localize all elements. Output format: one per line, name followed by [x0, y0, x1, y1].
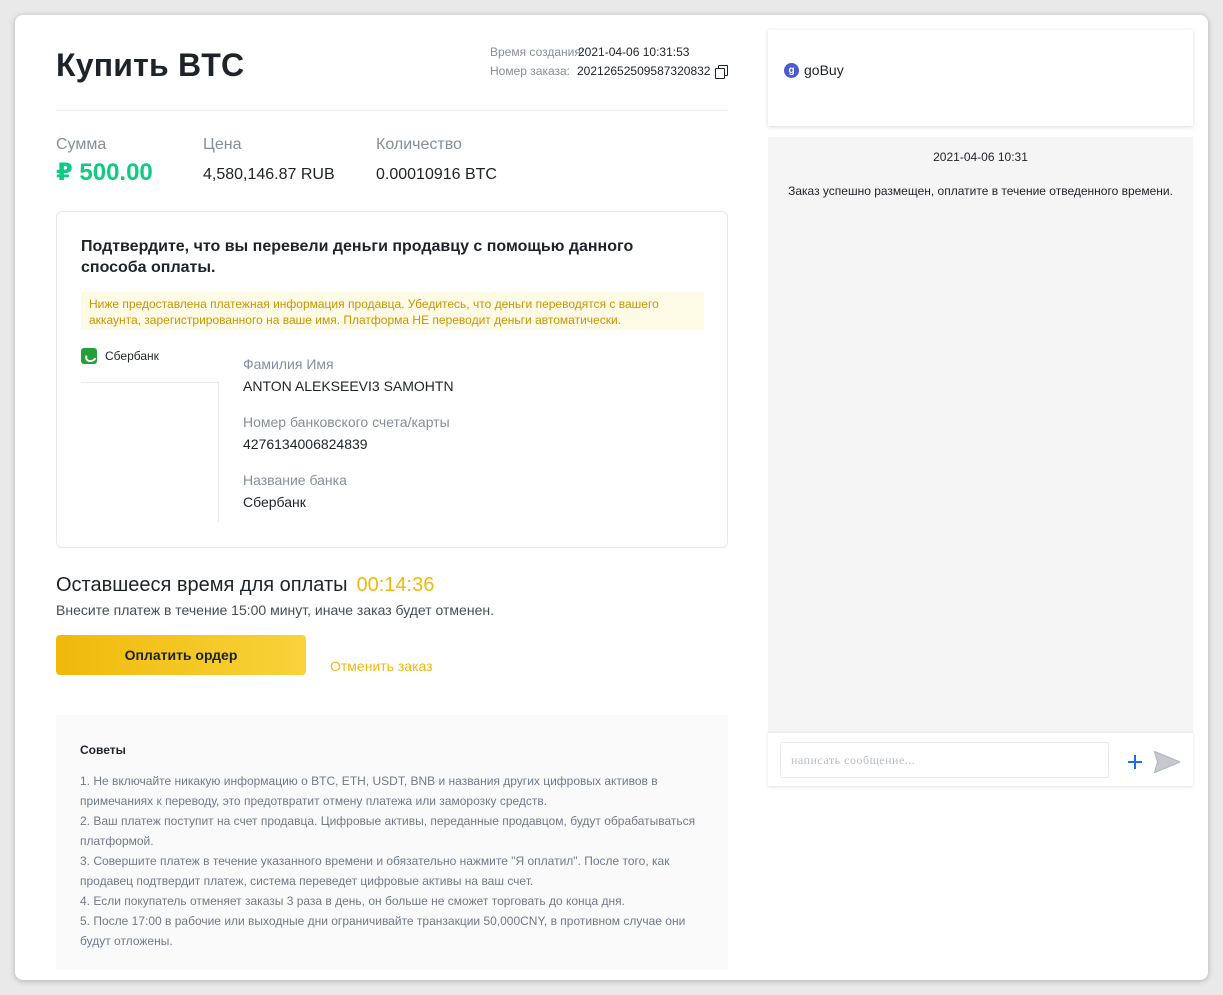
payment-method-label: Сбербанк — [105, 349, 159, 363]
sberbank-icon — [81, 348, 97, 364]
account-number-field: Номер банковского счета/карты 4276134006… — [243, 413, 454, 453]
order-number-value: 20212652509587320832 — [577, 64, 711, 78]
cancel-order-link[interactable]: Отменить заказ — [330, 658, 433, 674]
chat-date: 2021-04-06 10:31 — [933, 150, 1028, 164]
price-value: 4,580,146.87 RUB — [203, 166, 335, 183]
order-panel: Купить BTC Время создания: 2021-04-06 10… — [56, 15, 729, 980]
account-number-value: 4276134006824839 — [243, 436, 368, 452]
merchant-name: goBuy — [804, 62, 844, 78]
tips-panel: Советы 1. Не включайте никакую информаци… — [56, 715, 728, 970]
order-meta: Время создания: 2021-04-06 10:31:53 Номе… — [490, 43, 729, 81]
timer-value: 00:14:36 — [356, 574, 435, 596]
payment-details: Фамилия Имя ANTON ALEKSEEVI3 SAMOHTN Ном… — [243, 355, 454, 529]
payment-method-tab[interactable]: Сбербанк — [81, 348, 159, 364]
order-window: Купить BTC Время создания: 2021-04-06 10… — [15, 15, 1208, 980]
tip-item: 3. Совершите платеж в течение указанного… — [80, 854, 670, 888]
send-icon[interactable] — [1154, 751, 1180, 773]
copy-icon[interactable] — [715, 65, 729, 79]
order-number-row: Номер заказа: 20212652509587320832 — [490, 62, 729, 81]
order-number-label: Номер заказа: — [490, 64, 571, 78]
tip-item: 5. После 17:00 в рабочие или выходные дн… — [80, 914, 686, 948]
payment-title: Подтвердите, что вы перевели деньги прод… — [81, 238, 634, 276]
timer-note: Внесите платеж в течение 15:00 минут, ин… — [56, 602, 494, 618]
quantity-label: Количество — [376, 136, 462, 153]
chat-message-input[interactable] — [780, 742, 1109, 778]
page-title: Купить BTC — [56, 47, 245, 83]
created-label: Время создания: — [490, 45, 585, 59]
payment-warning: Ниже предоставлена платежная информация … — [81, 292, 704, 330]
timer-label: Оставшееся время для оплаты — [56, 574, 348, 596]
header-divider — [56, 110, 728, 111]
method-column-divider — [218, 382, 219, 522]
sum-value: ₽ 500.00 — [56, 159, 153, 186]
full-name-value: ANTON ALEKSEEVI3 SAMOHTN — [243, 378, 454, 394]
merchant-avatar-icon: g — [784, 62, 799, 78]
chat-header: g goBuy — [768, 30, 1193, 126]
tip-item: 1. Не включайте никакую информацию о BTC… — [80, 774, 658, 808]
quantity-stat: Количество 0.00010916 BTC — [376, 136, 497, 184]
merchant-info[interactable]: g goBuy — [784, 62, 844, 78]
tip-item: 4. Если покупатель отменяет заказы 3 раз… — [80, 894, 625, 908]
payment-card: Подтвердите, что вы перевели деньги прод… — [56, 211, 728, 548]
created-value: 2021-04-06 10:31:53 — [578, 45, 690, 59]
chat-messages: 2021-04-06 10:31 Заказ успешно размещен,… — [768, 137, 1193, 732]
chat-panel: g goBuy 2021-04-06 10:31 Заказ успешно р… — [768, 30, 1193, 786]
tips-title: Советы — [80, 743, 126, 757]
sum-label: Сумма — [56, 136, 107, 153]
full-name-field: Фамилия Имя ANTON ALEKSEEVI3 SAMOHTN — [243, 355, 454, 395]
full-name-label: Фамилия Имя — [243, 356, 334, 372]
chat-input-bar — [768, 732, 1193, 786]
method-tab-divider — [81, 382, 219, 383]
pay-order-button[interactable]: Оплатить ордер — [56, 635, 306, 675]
bank-name-label: Название банка — [243, 472, 347, 488]
payment-timer: Оставшееся время для оплаты 00:14:36 — [56, 574, 434, 597]
sum-stat: Сумма ₽ 500.00 — [56, 136, 153, 187]
quantity-value: 0.00010916 BTC — [376, 166, 497, 183]
tip-item: 2. Ваш платеж поступит на счет продавца.… — [80, 814, 696, 848]
created-row: Время создания: 2021-04-06 10:31:53 — [490, 43, 727, 62]
attach-plus-icon[interactable] — [1127, 754, 1143, 770]
chat-system-message: Заказ успешно размещен, оплатите в течен… — [788, 184, 1173, 198]
bank-name-value: Сбербанк — [243, 494, 306, 510]
price-stat: Цена 4,580,146.87 RUB — [203, 136, 335, 184]
bank-name-field: Название банка Сбербанк — [243, 471, 454, 511]
account-number-label: Номер банковского счета/карты — [243, 414, 450, 430]
price-label: Цена — [203, 136, 242, 153]
